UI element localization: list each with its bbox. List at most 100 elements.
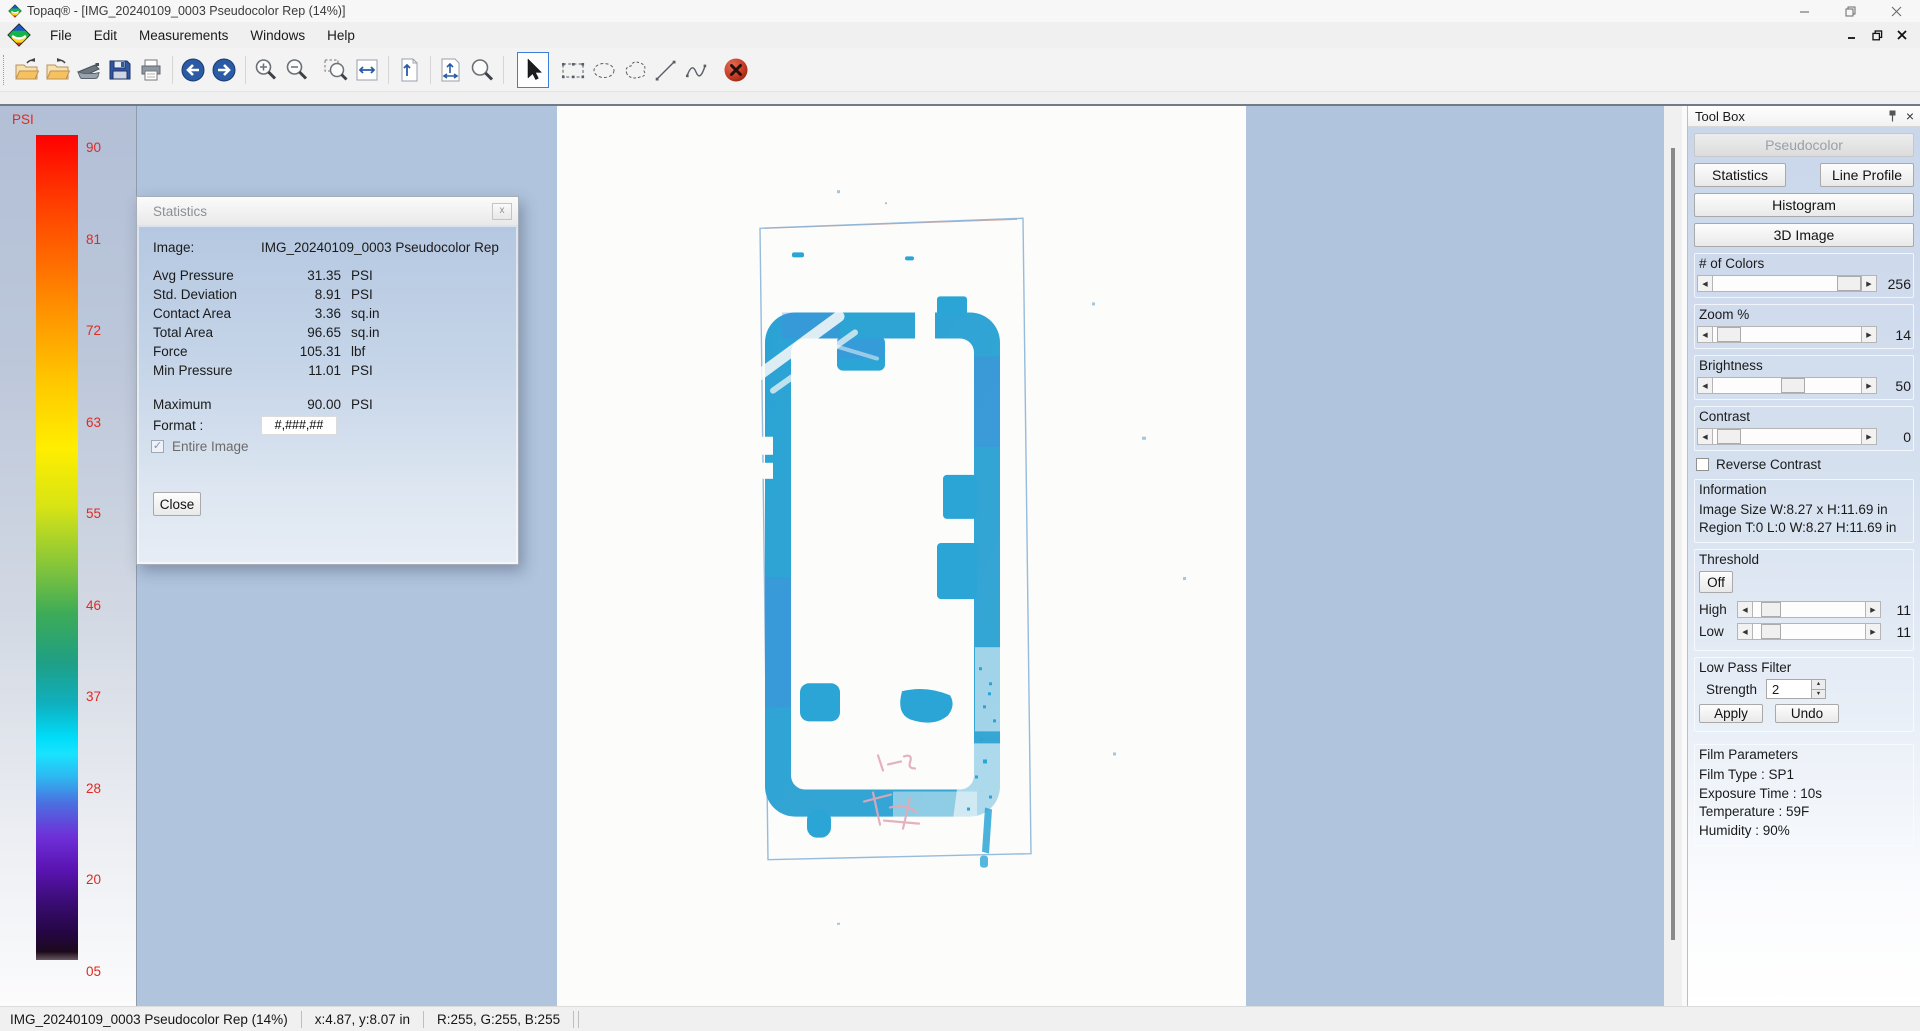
- mdi-minimize-icon[interactable]: [1846, 29, 1858, 41]
- scanner-icon[interactable]: [74, 52, 104, 88]
- fit-width-icon[interactable]: [352, 52, 382, 88]
- line-tool-icon[interactable]: [651, 52, 681, 88]
- freeform-select-icon[interactable]: [620, 52, 650, 88]
- import-image-icon[interactable]: [43, 52, 73, 88]
- spin-down-icon[interactable]: ▼: [1812, 690, 1825, 699]
- spin-up-icon[interactable]: ▲: [1812, 680, 1825, 690]
- zoom-in-icon[interactable]: [251, 52, 281, 88]
- pseudocolor-scale-bar: [36, 135, 78, 960]
- menu-windows[interactable]: Windows: [239, 25, 316, 46]
- zoom-group: Zoom % ◀ ▶ 14: [1694, 304, 1914, 349]
- menu-edit[interactable]: Edit: [83, 25, 128, 46]
- threshold-off-button[interactable]: Off: [1699, 571, 1733, 593]
- save-icon[interactable]: [105, 52, 135, 88]
- slider-right-arrow-icon[interactable]: ▶: [1861, 428, 1877, 445]
- contrast-slider[interactable]: ◀ ▶: [1697, 428, 1877, 445]
- menu-help[interactable]: Help: [316, 25, 366, 46]
- cancel-icon[interactable]: [721, 52, 751, 88]
- mdi-restore-icon[interactable]: [1871, 29, 1883, 41]
- slider-left-arrow-icon[interactable]: ◀: [1697, 275, 1713, 292]
- slider-thumb[interactable]: [1717, 429, 1741, 444]
- slider-right-arrow-icon[interactable]: ▶: [1865, 623, 1881, 640]
- slider-left-arrow-icon[interactable]: ◀: [1697, 428, 1713, 445]
- film-parameters-group: Film Parameters Film Type : SP1 Exposure…: [1694, 744, 1914, 846]
- threshold-group: Threshold Off High ◀ ▶ 11 Low ◀: [1694, 549, 1914, 651]
- toolbar-grip: [3, 55, 7, 85]
- undo-button[interactable]: Undo: [1775, 704, 1839, 723]
- slider-thumb[interactable]: [1761, 602, 1781, 617]
- lowpass-title: Low Pass Filter: [1699, 660, 1911, 675]
- close-icon[interactable]: x: [492, 203, 512, 220]
- zoom-value: 14: [1877, 327, 1911, 343]
- image-label: Image:: [153, 240, 261, 255]
- print-icon[interactable]: [136, 52, 166, 88]
- stat-row: Std. Deviation 8.91 PSI: [153, 285, 502, 304]
- entire-image-checkbox[interactable]: ✓: [151, 440, 164, 453]
- close-icon[interactable]: [1888, 3, 1904, 19]
- window-title: Topaq® - [IMG_20240109_0003 Pseudocolor …: [27, 4, 345, 18]
- toolbox-panel: Tool Box × Pseudocolor Statistics Line P…: [1687, 106, 1920, 1009]
- curve-tool-icon[interactable]: [682, 52, 712, 88]
- statistics-button[interactable]: Statistics: [1694, 163, 1786, 187]
- slider-right-arrow-icon[interactable]: ▶: [1865, 601, 1881, 618]
- num-colors-slider[interactable]: ◀ ▶: [1697, 275, 1877, 292]
- slider-left-arrow-icon[interactable]: ◀: [1737, 601, 1753, 618]
- histogram-button[interactable]: Histogram: [1694, 193, 1914, 217]
- threshold-title: Threshold: [1699, 552, 1911, 567]
- strength-spinner[interactable]: 2 ▲ ▼: [1766, 679, 1826, 699]
- vertical-scrollbar-thumb[interactable]: [1671, 148, 1675, 940]
- brightness-slider[interactable]: ◀ ▶: [1697, 377, 1877, 394]
- fit-height-icon[interactable]: [394, 52, 424, 88]
- slider-thumb[interactable]: [1781, 378, 1805, 393]
- information-group: Information Image Size W:8.27 x H:11.69 …: [1694, 479, 1914, 543]
- minimize-icon[interactable]: [1796, 3, 1812, 19]
- zoom-actual-icon[interactable]: [467, 52, 497, 88]
- rect-select-icon[interactable]: [558, 52, 588, 88]
- slider-thumb[interactable]: [1717, 327, 1741, 342]
- mdi-close-icon[interactable]: [1896, 29, 1908, 41]
- zoom-out-icon[interactable]: [282, 52, 312, 88]
- slider-right-arrow-icon[interactable]: ▶: [1861, 326, 1877, 343]
- slider-right-arrow-icon[interactable]: ▶: [1861, 275, 1877, 292]
- reverse-contrast-checkbox[interactable]: [1696, 458, 1709, 471]
- slider-left-arrow-icon[interactable]: ◀: [1737, 623, 1753, 640]
- forward-icon[interactable]: [209, 52, 239, 88]
- format-input[interactable]: [261, 416, 337, 435]
- restore-icon[interactable]: [1842, 3, 1858, 19]
- slider-thumb[interactable]: [1761, 624, 1781, 639]
- threshold-low-slider[interactable]: ◀ ▶: [1737, 623, 1881, 640]
- region-info: Region T:0 L:0 W:8.27 H:11.69 in: [1699, 519, 1911, 537]
- pseudocolor-button[interactable]: Pseudocolor: [1694, 133, 1914, 157]
- close-button[interactable]: Close: [153, 492, 201, 516]
- threshold-high-label: High: [1699, 602, 1737, 617]
- back-icon[interactable]: [178, 52, 208, 88]
- brightness-group: Brightness ◀ ▶ 50: [1694, 355, 1914, 400]
- ellipse-select-icon[interactable]: [589, 52, 619, 88]
- toolbar-separator: [388, 56, 389, 84]
- pointer-tool-icon[interactable]: [517, 52, 549, 88]
- toolbar-separator: [172, 56, 173, 84]
- scale-tick: 63: [86, 414, 120, 432]
- scale-tick: 28: [86, 780, 120, 798]
- menu-measurements[interactable]: Measurements: [128, 25, 239, 46]
- slider-thumb[interactable]: [1837, 276, 1861, 291]
- statistics-dialog-titlebar[interactable]: Statistics x: [137, 197, 518, 226]
- entire-image-label: Entire Image: [172, 439, 249, 454]
- menu-file[interactable]: File: [39, 25, 83, 46]
- pin-icon[interactable]: [1888, 110, 1897, 122]
- slider-right-arrow-icon[interactable]: ▶: [1861, 377, 1877, 394]
- vertical-scrollbar[interactable]: [1664, 106, 1682, 1009]
- slider-left-arrow-icon[interactable]: ◀: [1697, 326, 1713, 343]
- zoom-window-icon[interactable]: [321, 52, 351, 88]
- close-icon[interactable]: ×: [1906, 110, 1914, 122]
- scale-tick: 05: [86, 963, 120, 981]
- 3d-image-button[interactable]: 3D Image: [1694, 223, 1914, 247]
- fit-page-icon[interactable]: [436, 52, 466, 88]
- open-image-icon[interactable]: [12, 52, 42, 88]
- line-profile-button[interactable]: Line Profile: [1820, 163, 1914, 187]
- slider-left-arrow-icon[interactable]: ◀: [1697, 377, 1713, 394]
- toolbar-separator: [430, 56, 431, 84]
- zoom-slider[interactable]: ◀ ▶: [1697, 326, 1877, 343]
- threshold-high-slider[interactable]: ◀ ▶: [1737, 601, 1881, 618]
- apply-button[interactable]: Apply: [1699, 704, 1763, 723]
